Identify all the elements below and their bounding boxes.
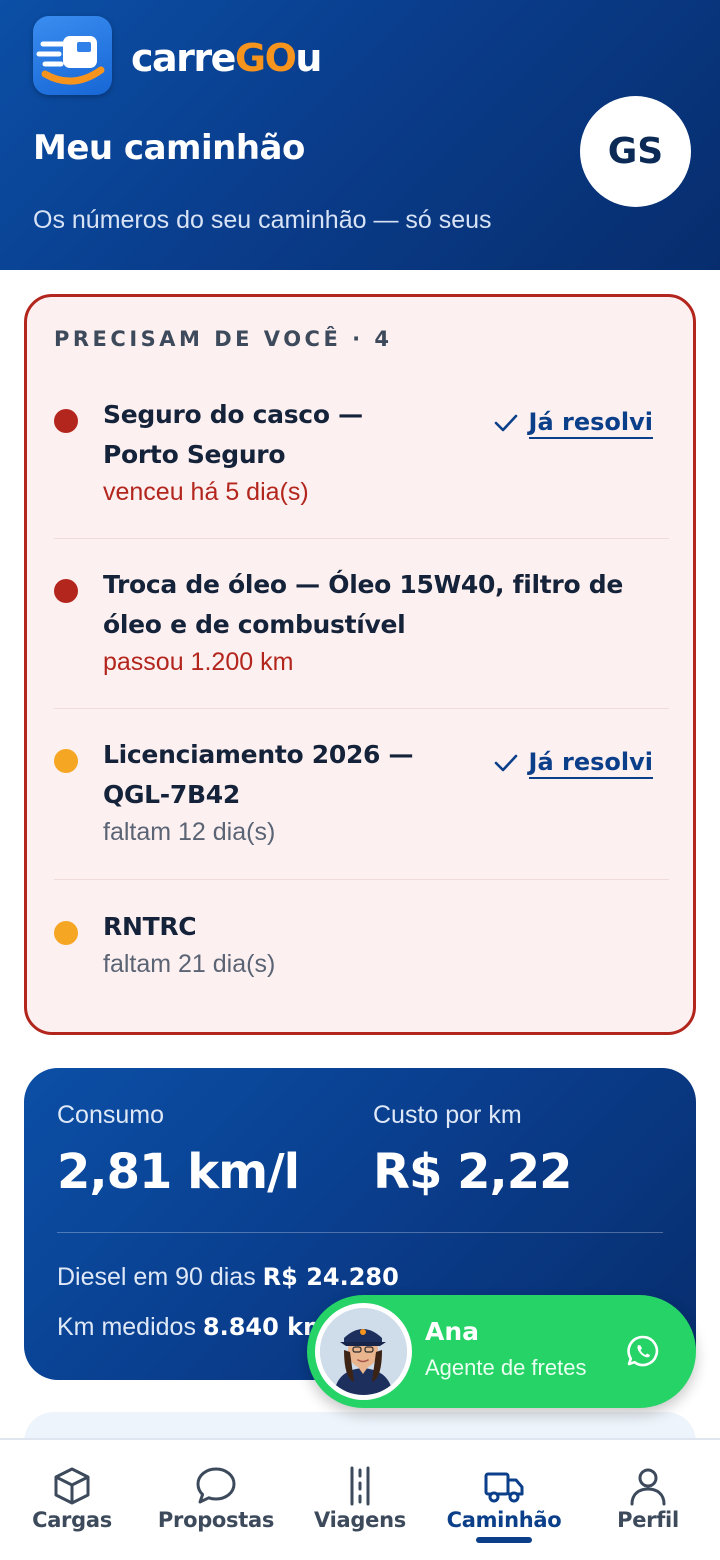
alert-title: Seguro do casco — Porto Seguro <box>103 400 363 469</box>
nav-item-propostas[interactable]: Propostas <box>144 1440 288 1560</box>
divider <box>54 538 669 539</box>
diesel-line: Diesel em 90 dias R$ 24.280 <box>57 1263 399 1292</box>
whatsapp-icon <box>627 1335 659 1367</box>
avatar[interactable]: GS <box>580 96 691 207</box>
resolve-button[interactable]: Já resolvi <box>493 407 653 439</box>
custo-value: R$ 2,22 <box>373 1144 572 1200</box>
app-logo-icon <box>33 16 112 95</box>
red-dot-icon <box>54 579 78 603</box>
alert-status: faltam 12 dia(s) <box>103 818 276 846</box>
nav-label: Viagens <box>314 1508 406 1532</box>
brand-highlight: GO <box>234 36 297 80</box>
alert-item[interactable]: RNTRC faltam 21 dia(s) <box>54 907 669 987</box>
alert-title: Licenciamento 2026 — QGL-7B42 <box>103 740 414 809</box>
agent-role: Agente de fretes <box>425 1355 587 1380</box>
bottom-navigation: Cargas Propostas Viagens Caminhão Perfil <box>0 1438 720 1560</box>
app-screen: carreGOu Meu caminhão Os números do seu … <box>0 0 720 1560</box>
nav-label: Caminhão <box>446 1508 562 1532</box>
truck-icon <box>484 1472 524 1503</box>
resolve-label: Já resolvi <box>528 747 653 779</box>
nav-item-perfil[interactable]: Perfil <box>576 1440 720 1560</box>
alert-item[interactable]: Troca de óleo — Óleo 15W40, filtro de ól… <box>54 565 669 685</box>
alert-title: RNTRC <box>103 912 197 941</box>
agent-photo <box>320 1308 407 1395</box>
nav-label: Propostas <box>157 1508 275 1532</box>
amber-dot-icon <box>54 749 78 773</box>
resolve-label: Já resolvi <box>528 407 653 439</box>
alerts-heading: PRECISAM DE VOCÊ · 4 <box>54 327 393 351</box>
nav-label: Perfil <box>617 1508 679 1532</box>
brand-name: carreGOu <box>131 30 322 86</box>
divider <box>54 708 669 709</box>
agent-avatar <box>315 1303 412 1400</box>
divider <box>57 1232 663 1233</box>
red-dot-icon <box>54 409 78 433</box>
page-subtitle: Os números do seu caminhão — só seus <box>33 206 492 234</box>
road-icon <box>350 1466 370 1506</box>
consumo-label: Consumo <box>57 1101 164 1129</box>
divider <box>54 879 669 880</box>
resolve-button[interactable]: Já resolvi <box>493 747 653 779</box>
chat-bubble-icon <box>196 1467 236 1504</box>
alert-item[interactable]: Seguro do casco — Porto Seguro venceu há… <box>54 395 669 515</box>
diesel-value: R$ 24.280 <box>262 1263 399 1291</box>
header: carreGOu Meu caminhão Os números do seu … <box>0 0 720 270</box>
checkmark-icon <box>494 754 517 772</box>
diesel-label: Diesel em 90 dias <box>57 1263 256 1291</box>
custo-label: Custo por km <box>373 1101 522 1129</box>
agent-name: Ana <box>425 1317 480 1346</box>
nav-label: Cargas <box>32 1508 112 1532</box>
km-line: Km medidos 8.840 km <box>57 1313 328 1342</box>
person-icon <box>630 1468 666 1506</box>
brand-prefix: carre <box>131 36 236 80</box>
agent-chat-button[interactable]: Ana Agente de fretes <box>307 1295 696 1408</box>
alert-title: Troca de óleo — Óleo 15W40, filtro de ól… <box>103 570 623 639</box>
km-label: Km medidos <box>57 1313 196 1341</box>
alerts-card: PRECISAM DE VOCÊ · 4 Seguro do casco — P… <box>24 294 696 1035</box>
brand-suffix: u <box>295 36 322 80</box>
alert-status: passou 1.200 km <box>103 648 294 676</box>
consumo-value: 2,81 km/l <box>57 1144 300 1200</box>
amber-dot-icon <box>54 921 78 945</box>
box-icon <box>54 1467 90 1505</box>
nav-item-viagens[interactable]: Viagens <box>288 1440 432 1560</box>
active-tab-indicator <box>476 1537 532 1543</box>
alert-item[interactable]: Licenciamento 2026 — QGL-7B42 faltam 12 … <box>54 735 669 855</box>
alert-status: venceu há 5 dia(s) <box>103 478 309 506</box>
checkmark-icon <box>494 414 517 432</box>
alert-status: faltam 21 dia(s) <box>103 950 276 978</box>
nav-item-cargas[interactable]: Cargas <box>0 1440 144 1560</box>
page-title: Meu caminhão <box>33 128 305 168</box>
